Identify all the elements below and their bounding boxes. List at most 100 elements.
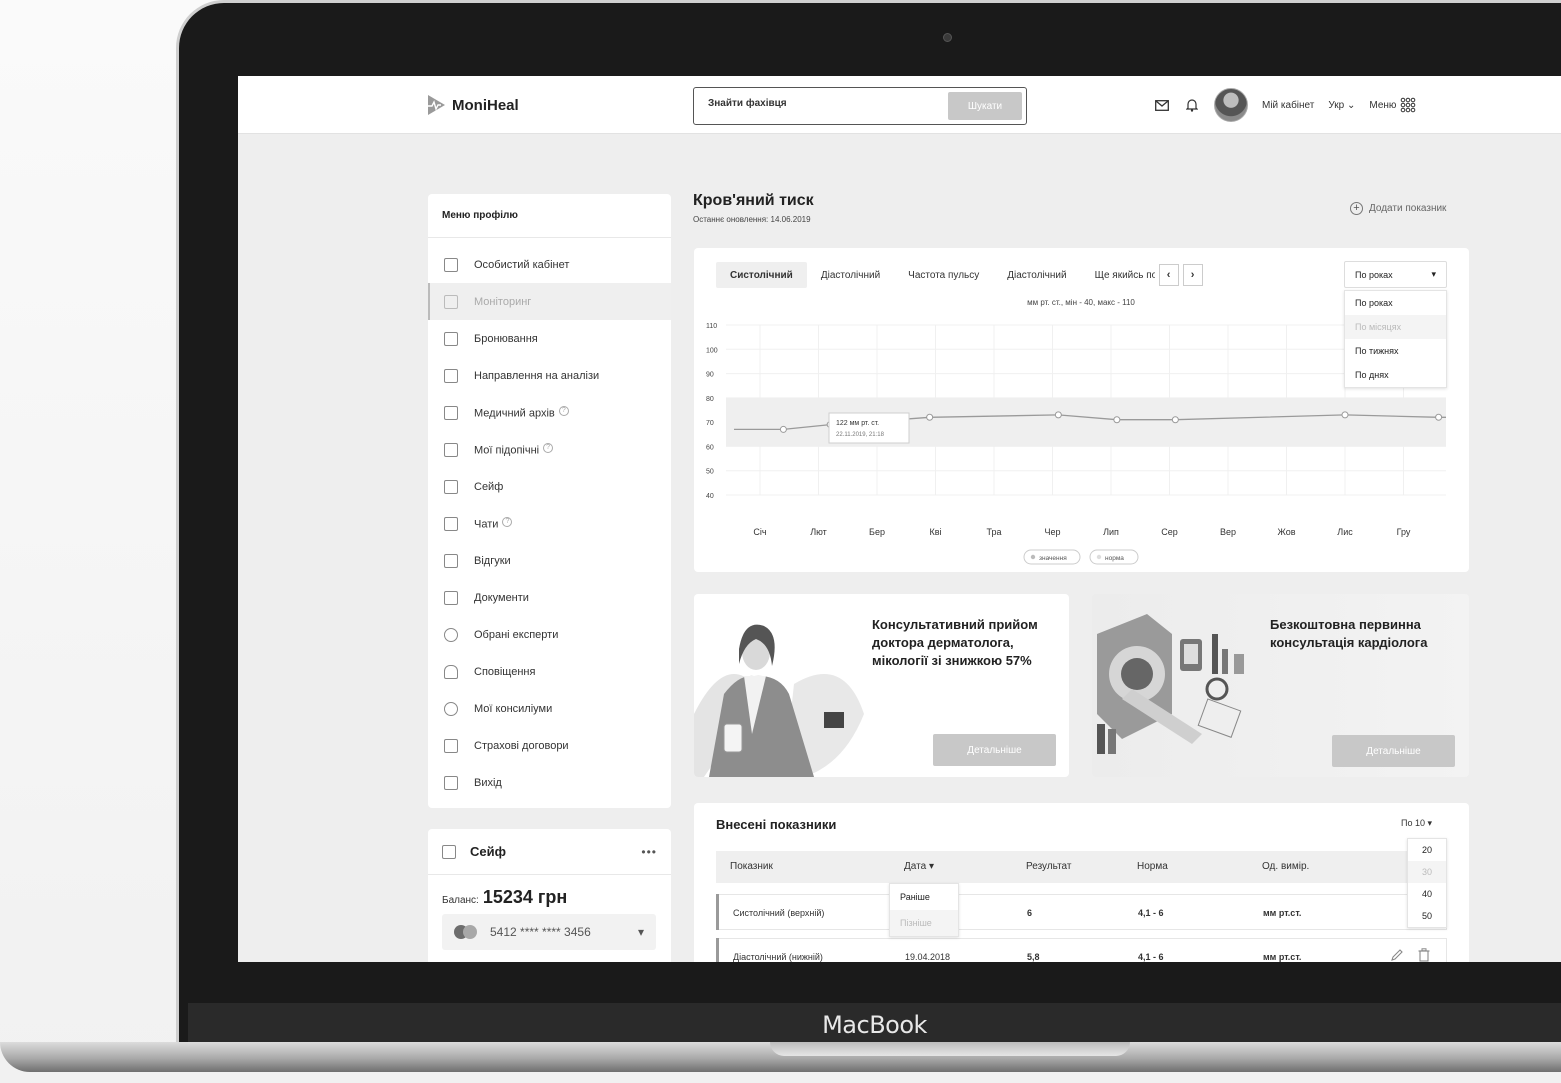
chart-y-tick-label: 70 [706,420,714,427]
date-sort-option[interactable]: Раніше [890,884,958,910]
sidebar-item-councils[interactable]: Мої консиліуми [428,690,671,727]
council-icon [444,701,458,716]
page-title: Кров'яний тиск [693,192,814,209]
chart-x-tick-label: Кві [929,527,941,537]
sidebar-item-personal-cabinet[interactable]: Особистий кабінет [428,246,671,283]
table-title: Внесені показники [716,817,837,832]
profile-menu-list: Особистий кабінет Моніторинг Бронювання … [428,238,671,801]
chart-x-tick-label: Вер [1220,527,1236,537]
my-cabinet-link[interactable]: Мій кабінет [1262,100,1314,111]
chart-data-point [1435,413,1443,421]
language-select[interactable]: Укр ⌄ [1328,100,1355,111]
sidebar-item-label: Сейф [474,480,504,493]
chart-data-point [779,425,787,433]
help-icon[interactable]: ? [502,516,513,527]
sidebar-item-label: Сповіщення [474,665,536,678]
details-button[interactable]: Детальніше [933,734,1056,766]
sidebar-item-safe[interactable]: Сейф [428,468,671,505]
laptop-brand: MacBook [822,1011,927,1039]
last-update: Останнє оновлення: 14.06.2019 [693,215,811,224]
caret-down-icon: ▾ [1427,818,1433,828]
sidebar-item-wards[interactable]: Мої підопічні? [428,431,671,468]
trash-icon[interactable] [1418,948,1430,962]
more-icon[interactable]: ••• [641,845,657,859]
per-page-select[interactable]: По 10 ▾ [1401,818,1432,829]
chart-x-tick-label: Тра [986,527,1001,537]
edit-icon[interactable] [1390,948,1404,962]
per-page-option[interactable]: 50 [1408,905,1446,927]
sidebar-item-documents[interactable]: Документи [428,579,671,616]
column-indicator: Показник [730,861,773,872]
period-option[interactable]: По днях [1345,363,1446,387]
sidebar-item-label: Обрані експерти [474,628,559,641]
safe-widget: Сейф ••• Баланс: 15234 грн 5412 **** ***… [428,829,671,962]
chart-x-tick-label: Лип [1103,527,1119,537]
safe-icon [444,479,458,494]
per-page-option[interactable]: 20 [1408,839,1446,861]
sidebar-item-medical-archive[interactable]: Медичний архів? [428,394,671,431]
chat-icon [444,516,458,531]
safe-icon [442,844,456,859]
promo-card-dermatology[interactable]: Консультативний прийом доктора дерматоло… [694,594,1069,777]
period-option[interactable]: По місяцях [1345,315,1446,339]
tooltip-value: 122 мм рт. ст. [836,420,879,427]
avatar[interactable] [1214,88,1248,122]
row-unit: мм рт.ст. [1263,908,1302,918]
sidebar-item-text: Медичний архів [474,407,555,420]
row-norm: 4,1 - 6 [1138,908,1164,918]
sidebar-item-experts[interactable]: Обрані експерти [428,616,671,653]
per-page-option[interactable]: 40 [1408,883,1446,905]
search-input[interactable] [708,98,938,109]
expert-icon [444,627,458,642]
sidebar-item-booking[interactable]: Бронювання [428,320,671,357]
doctor-illustration [694,624,864,777]
safe-title: Сейф [470,844,506,859]
promo-card-cardiology[interactable]: Безкоштовна первинна консультація кардіо… [1092,594,1469,777]
period-option[interactable]: По роках [1345,291,1446,315]
row-indicator: Діастолічний (нижній) [733,952,823,962]
sidebar-item-monitoring[interactable]: Моніторинг [428,283,671,320]
sidebar-item-label: Страхові договори [474,739,569,752]
sidebar-item-logout[interactable]: Вихід [428,764,671,801]
profile-menu: Меню профілю Особистий кабінет Моніторин… [428,194,671,808]
table-row[interactable]: Діастолічний (нижній) 19.04.2018 5,8 4,1… [716,938,1447,962]
plus-circle-icon: + [1350,202,1363,215]
chart-x-tick-label: Сер [1161,527,1178,537]
sidebar-item-chats[interactable]: Чати? [428,505,671,542]
help-icon[interactable]: ? [543,442,554,453]
menu-button[interactable]: Меню [1369,100,1396,111]
table-row[interactable]: Систолічний (верхній) 6 4,1 - 6 мм рт.ст… [716,894,1447,930]
row-norm: 4,1 - 6 [1138,952,1164,962]
per-page-dropdown: 20 30 40 50 [1407,838,1447,928]
sidebar-item-label: Чати? [474,516,513,530]
mail-icon[interactable] [1154,97,1170,113]
sidebar-item-referrals[interactable]: Направлення на аналізи [428,357,671,394]
sidebar-item-reviews[interactable]: Відгуки [428,542,671,579]
people-icon [444,442,458,457]
balance-label: Баланс: [442,895,479,906]
apps-grid-icon[interactable] [1400,97,1416,113]
help-icon[interactable]: ? [558,405,569,416]
logo[interactable]: MoniHeal [426,94,519,116]
sidebar-item-notifications[interactable]: Сповіщення [428,653,671,690]
per-page-option[interactable]: 30 [1408,861,1446,883]
search-button[interactable]: Шукати [948,92,1022,120]
language-label: Укр [1328,99,1345,111]
column-result: Результат [1026,861,1072,872]
bell-icon[interactable] [1184,97,1200,113]
details-button[interactable]: Детальніше [1332,735,1455,767]
safe-header: Сейф ••• [428,829,671,875]
chart-x-tick-label: Лис [1337,527,1353,537]
menu-label: Меню [1369,99,1397,111]
chart-y-tick-label: 60 [706,444,714,451]
chart-y-tick-label: 50 [706,469,714,476]
period-option[interactable]: По тижнях [1345,339,1446,363]
column-date-sort[interactable]: Дата ▾ [904,861,934,872]
sidebar-item-insurance[interactable]: Страхові договори [428,727,671,764]
add-indicator-button[interactable]: + Додати показник [1350,202,1446,215]
date-sort-option[interactable]: Пізніше [890,910,958,936]
tooltip-date: 22.11.2019, 21:18 [836,432,885,438]
top-bar-actions: Мій кабінет Укр ⌄ Меню [1154,88,1416,122]
card-select[interactable]: 5412 **** **** 3456 ▾ [442,914,656,950]
indicators-table-card: Внесені показники По 10 ▾ 20 30 40 50 По… [694,803,1469,962]
